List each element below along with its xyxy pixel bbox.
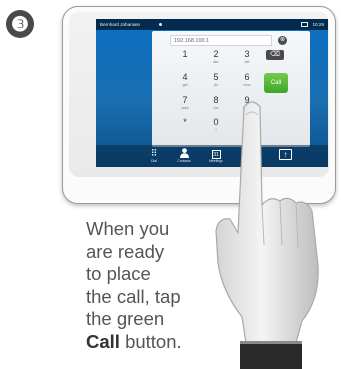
keypad-digit: 7 xyxy=(182,95,188,105)
keypad-letters: pqrs xyxy=(181,106,189,110)
nav-dial-label: Dial xyxy=(151,159,157,163)
pointing-hand-illustration xyxy=(215,101,319,369)
step-number-badge: ❸ xyxy=(6,10,34,38)
keypad-digit: * xyxy=(183,117,187,127)
presence-indicator-icon xyxy=(159,23,162,26)
keypad-key-1[interactable]: 2 abc xyxy=(203,49,229,67)
clear-input-icon[interactable]: ⊗ xyxy=(278,36,287,45)
keypad-digit: 4 xyxy=(182,72,188,82)
keypad-letters: ghi xyxy=(182,83,188,87)
backspace-button[interactable]: ⌫ xyxy=(266,50,284,60)
keypad-key-5[interactable]: 6 mno xyxy=(234,72,260,90)
status-bar: Bernhard Johansen 10:29 xyxy=(96,19,328,30)
keypad-digit: 1 xyxy=(182,49,188,59)
keypad-key-9[interactable]: * xyxy=(172,117,198,135)
instruction-suffix: button. xyxy=(119,330,182,352)
call-button[interactable]: Call xyxy=(264,73,288,93)
person-icon xyxy=(172,148,196,159)
keypad-key-2[interactable]: 3 def xyxy=(234,49,260,67)
keypad-digit: 5 xyxy=(213,72,219,82)
call-word: Call xyxy=(86,330,120,352)
keypad-key-6[interactable]: 7 pqrs xyxy=(172,95,198,113)
nav-contacts[interactable]: Contacts xyxy=(172,148,196,164)
user-name[interactable]: Bernhard Johansen xyxy=(100,19,140,30)
nav-dial[interactable]: ⠿ Dial xyxy=(142,148,166,164)
clock: 10:29 xyxy=(312,22,325,27)
keypad-digit: 3 xyxy=(244,49,250,59)
keypad-letters: abc xyxy=(213,60,219,64)
keypad-letters: mno xyxy=(243,83,251,87)
dial-input[interactable]: 192.168.100.1 xyxy=(170,35,272,46)
keypad-digit: 6 xyxy=(244,72,250,82)
keypad-key-3[interactable]: 4 ghi xyxy=(172,72,198,90)
camera-icon[interactable] xyxy=(301,22,308,27)
keypad-key-4[interactable]: 5 jkl xyxy=(203,72,229,90)
keypad-key-0[interactable]: 1 xyxy=(172,49,198,67)
keypad-letters: jkl xyxy=(214,83,218,87)
keypad-letters: def xyxy=(244,60,250,64)
nav-contacts-label: Contacts xyxy=(177,159,191,163)
keypad-icon: ⠿ xyxy=(150,148,158,158)
keypad-digit: 2 xyxy=(213,49,219,59)
